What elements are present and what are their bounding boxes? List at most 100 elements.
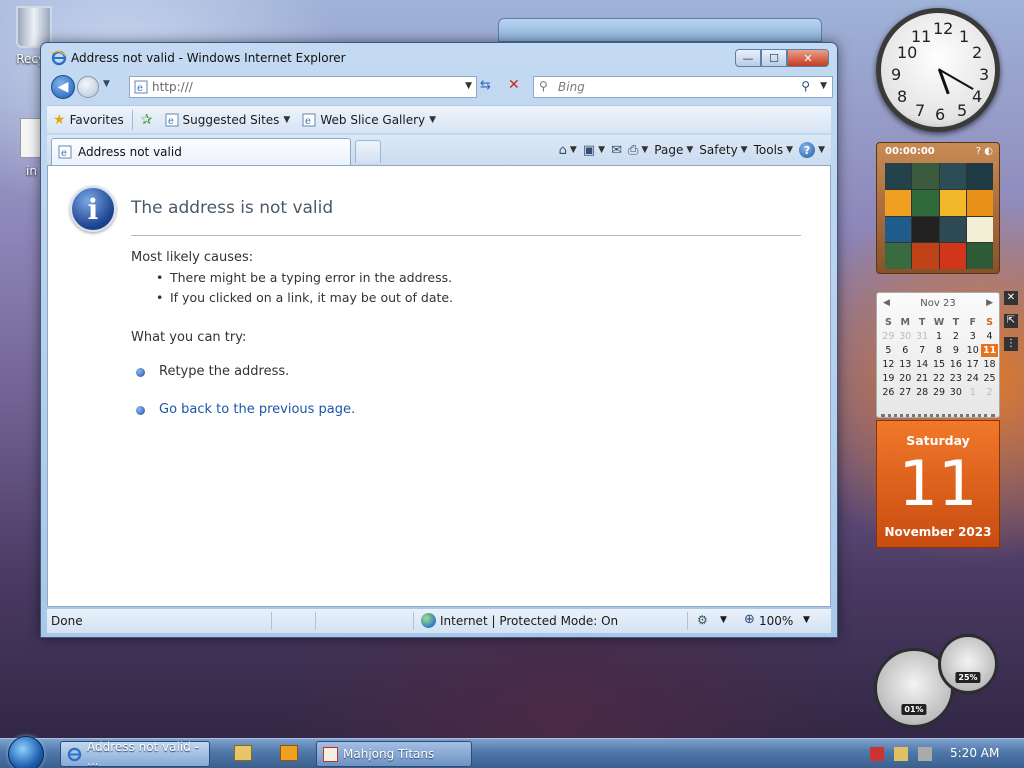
calendar-day[interactable]: 27 [897, 386, 914, 399]
calendar-day[interactable]: 26 [880, 386, 897, 399]
chevron-down-icon[interactable]: ▼ [720, 615, 727, 625]
search-icon[interactable]: ⚲ [801, 79, 810, 93]
title-bar[interactable]: Address not valid - Windows Internet Exp… [41, 43, 837, 73]
retype-address-text: Retype the address. [159, 364, 290, 379]
address-input[interactable]: http:/// [152, 80, 193, 94]
address-bar[interactable]: e http:/// ▼ [129, 76, 477, 98]
puzzle-grid[interactable] [885, 163, 993, 269]
feeds-button[interactable]: ▣ ▼ [583, 143, 605, 158]
calendar-day[interactable]: 23 [947, 372, 964, 385]
back-button[interactable]: ◀ [51, 75, 75, 99]
security-zone[interactable]: Internet | Protected Mode: On [440, 614, 618, 628]
chevron-down-icon: ▼ [429, 114, 437, 125]
go-back-link[interactable]: Go back to the previous page. [159, 402, 355, 417]
stop-icon[interactable]: ✕ [508, 77, 520, 93]
calendar-day[interactable]: 8 [931, 344, 948, 357]
calendar-day[interactable]: 30 [897, 330, 914, 343]
tools-menu-button[interactable]: Tools ▼ [754, 143, 793, 157]
memory-meter-gadget[interactable]: 25% [938, 634, 998, 694]
calendar-day[interactable]: 17 [964, 358, 981, 371]
calendar-day[interactable]: 24 [964, 372, 981, 385]
search-box[interactable]: ⚲ Bing ⚲ ▼ [533, 76, 833, 98]
calendar-day[interactable]: 28 [914, 386, 931, 399]
help-button[interactable]: ? ▼ [799, 142, 825, 158]
zoom-icon[interactable]: ⊕ [744, 612, 755, 627]
calendar-day[interactable]: 3 [964, 330, 981, 343]
calendar-day[interactable]: 29 [880, 330, 897, 343]
clock-gadget[interactable]: 12 1 2 3 4 5 6 7 8 9 10 11 [876, 8, 1000, 132]
close-icon[interactable]: ✕ [1004, 291, 1018, 305]
search-input[interactable]: Bing [558, 80, 585, 94]
add-to-favorites-bar-button[interactable]: ✰ [135, 112, 159, 128]
start-button[interactable] [8, 736, 44, 768]
media-player-icon[interactable] [280, 745, 298, 761]
next-month-icon[interactable]: ▶ [986, 298, 993, 308]
forward-button[interactable] [77, 76, 99, 98]
action-center-icon[interactable] [870, 747, 884, 761]
chevron-down-icon: ▼ [641, 145, 649, 155]
taskbar-mahjong-button[interactable]: Mahjong Titans [316, 741, 472, 767]
calendar-day[interactable]: 11 [981, 344, 998, 357]
puzzle-controls-icon[interactable]: ? ◐ [976, 146, 993, 157]
refresh-icon[interactable]: ⇆ [480, 78, 491, 93]
print-button[interactable]: ⎙ ▼ [628, 143, 648, 158]
safety-menu-label: Safety [699, 143, 738, 157]
calendar-day[interactable]: 4 [981, 330, 998, 343]
calendar-day[interactable]: 14 [914, 358, 931, 371]
options-icon[interactable]: ⇱ [1004, 314, 1018, 328]
calendar-day[interactable]: 20 [897, 372, 914, 385]
calendar-day[interactable]: 19 [880, 372, 897, 385]
calendar-day[interactable]: 21 [914, 372, 931, 385]
calendar-day[interactable]: 16 [947, 358, 964, 371]
calendar-day[interactable]: 2 [981, 386, 998, 399]
calendar-day[interactable]: 6 [897, 344, 914, 357]
safety-menu-button[interactable]: Safety ▼ [699, 143, 747, 157]
page-menu-button[interactable]: Page ▼ [654, 143, 693, 157]
drag-handle-icon[interactable]: ⋮ [1004, 337, 1018, 351]
folder-icon[interactable] [234, 745, 252, 761]
minimize-button[interactable]: — [735, 49, 761, 67]
zoom-level[interactable]: 100% [759, 614, 793, 628]
new-tab-button[interactable] [355, 140, 381, 163]
calendar-day[interactable]: 30 [947, 386, 964, 399]
volume-icon[interactable] [918, 747, 932, 761]
day-card[interactable]: Saturday 11 November 2023 [876, 420, 1000, 548]
favorites-button[interactable]: ★ Favorites [47, 112, 130, 128]
address-dropdown[interactable]: ▼ [465, 81, 472, 91]
calendar-day[interactable]: 9 [947, 344, 964, 357]
calendar-day[interactable]: 31 [914, 330, 931, 343]
calendar-day[interactable]: 29 [931, 386, 948, 399]
tab-address-not-valid[interactable]: e Address not valid [51, 138, 351, 165]
calendar-day[interactable]: 12 [880, 358, 897, 371]
calendar-day[interactable]: 1 [931, 330, 948, 343]
taskbar-ie-button[interactable]: Address not valid - ... [60, 740, 210, 768]
web-slice-gallery-button[interactable]: e Web Slice Gallery ▼ [296, 113, 442, 127]
search-options-dropdown[interactable]: ▼ [820, 81, 827, 91]
network-icon[interactable] [894, 747, 908, 761]
home-button[interactable]: ⌂ ▼ [559, 143, 577, 158]
calendar-day[interactable]: 2 [947, 330, 964, 343]
calendar-day[interactable]: 13 [897, 358, 914, 371]
clock-number: 3 [979, 65, 990, 84]
picture-puzzle-gadget[interactable]: 00:00:00 ? ◐ [876, 142, 1000, 274]
recent-pages-dropdown[interactable]: ▼ [103, 79, 110, 89]
suggested-sites-button[interactable]: e Suggested Sites ▼ [159, 113, 297, 127]
calendar-day[interactable]: 15 [931, 358, 948, 371]
calendar-day[interactable]: 7 [914, 344, 931, 357]
close-button[interactable]: ✕ [787, 49, 829, 67]
clock-time[interactable]: 5:20 AM [950, 746, 999, 760]
calendar-day[interactable]: 5 [880, 344, 897, 357]
protected-mode-icon[interactable]: ⚙ [697, 613, 708, 627]
calendar-day[interactable]: 25 [981, 372, 998, 385]
calendar-day[interactable]: 1 [964, 386, 981, 399]
maximize-button[interactable]: ☐ [761, 49, 787, 67]
chevron-down-icon[interactable]: ▼ [803, 615, 810, 625]
favorites-bar: ★ Favorites ✰ e Suggested Sites ▼ e Web … [47, 105, 831, 133]
calendar-day[interactable]: 10 [964, 344, 981, 357]
calendar-gadget[interactable]: ◀ Nov 23 ▶ S M T W T F S 29 30 31 1 2 3 4 5 6 7 8 9 10 11 12 1… [876, 292, 1000, 418]
calendar-day[interactable]: 22 [931, 372, 948, 385]
weekday-header: W [933, 317, 945, 328]
read-mail-button[interactable]: ✉ [611, 143, 622, 158]
background-window[interactable] [498, 18, 822, 42]
calendar-day[interactable]: 18 [981, 358, 998, 371]
